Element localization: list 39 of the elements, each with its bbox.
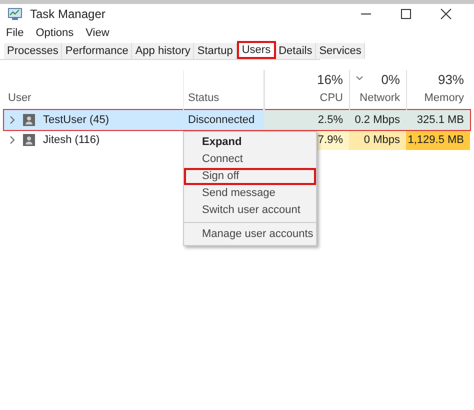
menu-item[interactable]: Options [36,24,74,42]
table-cell: 1,129.5 MB [406,130,470,150]
table-cell: 325.1 MB [406,110,470,130]
close-icon[interactable] [440,8,452,20]
tab[interactable]: Processes [4,43,62,59]
column-total: 0% [381,71,400,89]
user-name: Jitesh (116) [43,132,100,148]
column-header[interactable]: Status [188,90,263,106]
column-header[interactable]: Memory [424,90,464,106]
user-icon [23,134,35,146]
tab[interactable]: Performance [62,43,132,59]
menu-item[interactable]: View [86,24,110,42]
expand-caret-icon[interactable] [10,116,15,124]
tab[interactable]: Users [236,41,276,59]
app-icon [8,8,22,20]
window-title: Task Manager [30,6,106,23]
menu-item[interactable]: Connect [184,151,316,168]
menu-item[interactable]: Sign off [184,168,316,185]
maximize-icon[interactable] [400,8,412,20]
menu-item[interactable]: Send message [184,185,316,202]
column-header[interactable]: User [8,90,183,106]
table-cell: 2.5% [264,110,349,130]
tab[interactable]: Startup [194,43,237,59]
user-icon [23,114,35,126]
tab[interactable]: App history [132,43,194,59]
menu-item[interactable]: File [6,24,24,42]
table-cell: 0 Mbps [349,130,406,150]
status-text: Disconnected [188,112,255,128]
column-total: 16% [316,71,343,89]
tab[interactable]: Details [276,43,316,59]
expand-caret-icon[interactable] [10,136,15,144]
menu-item[interactable]: Switch user account [184,202,316,219]
tab[interactable]: Services [316,43,366,59]
column-total: 93% [438,71,464,89]
user-name: TestUser (45) [43,112,110,128]
column-header[interactable]: CPU [320,90,343,106]
menu-item[interactable]: Manage user accounts [184,226,316,243]
table-cell: 0.2 Mbps [349,110,406,130]
column-header[interactable]: Network [360,90,400,106]
